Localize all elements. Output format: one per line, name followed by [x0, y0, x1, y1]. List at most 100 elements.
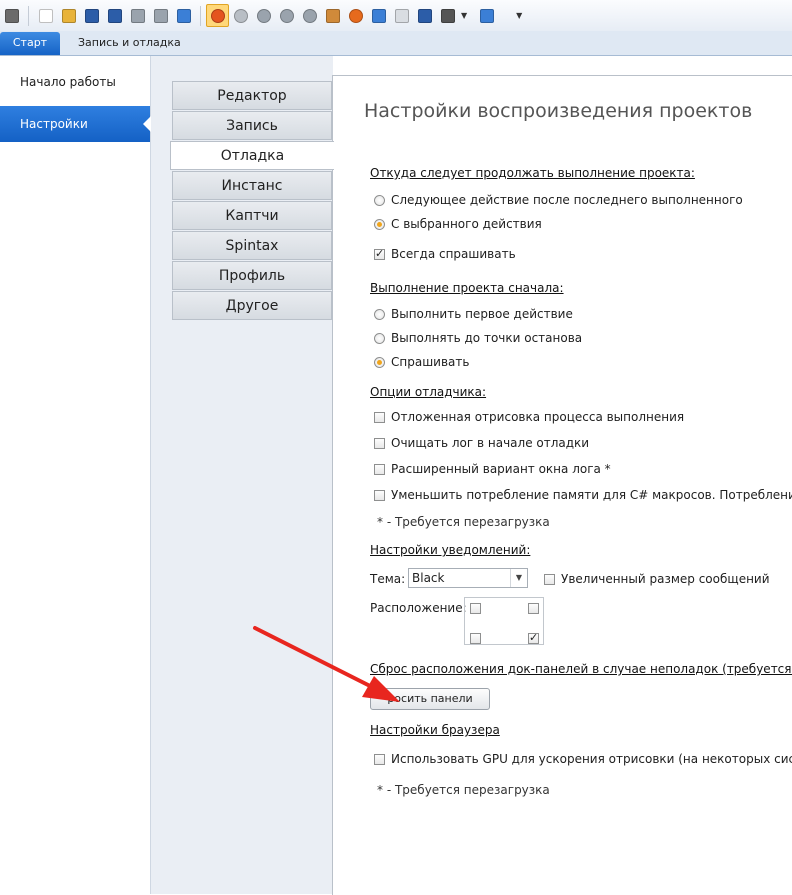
radio-next-action[interactable]: Следующее действие после последнего выпо… — [374, 193, 743, 207]
play-icon — [256, 8, 271, 23]
tab-editor[interactable]: Редактор — [172, 81, 332, 110]
play-button[interactable] — [252, 4, 275, 27]
people-button[interactable] — [0, 4, 23, 27]
new-file-button[interactable] — [34, 4, 57, 27]
settings-panel: Настройки воспроизведения проектов Откуд… — [332, 75, 792, 895]
notebook-icon — [176, 8, 191, 23]
chevron-down-icon[interactable]: ▼ — [510, 569, 527, 587]
nav-item-settings[interactable]: Настройки — [0, 106, 151, 142]
tab-instance[interactable]: Инстанс — [172, 171, 332, 200]
checkbox-extended-log[interactable]: Расширенный вариант окна лога * — [374, 462, 611, 476]
nav-item-getting-started[interactable]: Начало работы — [0, 64, 150, 100]
undo-button[interactable] — [126, 4, 149, 27]
chevron-down-icon[interactable]: ▼ — [461, 11, 467, 20]
section-browser-settings-header: Настройки браузера — [370, 723, 500, 737]
position-label: Расположение: — [370, 601, 467, 615]
check-circle-button[interactable] — [229, 4, 252, 27]
open-folder-icon — [61, 8, 76, 23]
radio-run-first-action[interactable]: Выполнить первое действие — [374, 307, 573, 321]
window-icon — [440, 8, 455, 23]
firefox-button[interactable] — [344, 4, 367, 27]
tab-spintax[interactable]: Spintax — [172, 231, 332, 260]
radio-button-selected[interactable] — [374, 218, 385, 230]
radio-button[interactable] — [374, 194, 385, 206]
checkbox[interactable] — [374, 463, 385, 475]
new-file-icon — [38, 8, 53, 23]
undo-icon — [130, 8, 145, 23]
position-bottom-left-checkbox[interactable] — [470, 633, 481, 644]
tab-start[interactable]: Старт — [0, 32, 60, 55]
checkbox-deferred-render[interactable]: Отложенная отрисовка процесса выполнения — [374, 410, 684, 424]
record-button[interactable] — [206, 4, 229, 27]
section-continue-from-header: Откуда следует продолжать выполнение про… — [370, 166, 695, 180]
tab-profile[interactable]: Профиль — [172, 261, 332, 290]
radio-selected-action[interactable]: С выбранного действия — [374, 217, 542, 231]
user-icon — [325, 8, 340, 23]
tab-record-debug[interactable]: Запись и отладка — [64, 32, 195, 55]
mail-icon — [394, 8, 409, 23]
theme-select[interactable]: Black ▼ — [408, 568, 528, 588]
restart-required-note: * - Требуется перезагрузка — [377, 515, 550, 529]
checkbox[interactable] — [374, 489, 385, 501]
expand-icon — [479, 8, 494, 23]
checkbox-always-ask[interactable]: Всегда спрашивать — [374, 247, 516, 261]
check-circle-icon — [233, 8, 248, 23]
ribbon-tabs: Старт Запись и отладка — [0, 31, 792, 56]
tab-captcha[interactable]: Каптчи — [172, 201, 332, 230]
position-top-right-checkbox[interactable] — [528, 603, 539, 614]
theme-select-value: Black — [412, 571, 445, 585]
window-button[interactable] — [436, 4, 459, 27]
section-notifications-header: Настройки уведомлений: — [370, 543, 531, 557]
tab-debug[interactable]: Отладка — [170, 141, 334, 170]
checkbox[interactable] — [374, 411, 385, 423]
checkbox[interactable] — [544, 573, 555, 585]
checkbox[interactable] — [374, 753, 385, 765]
checkbox[interactable] — [374, 437, 385, 449]
expand-button[interactable] — [475, 4, 498, 27]
save-all-icon — [107, 8, 122, 23]
redo-button[interactable] — [149, 4, 172, 27]
record-icon — [210, 8, 225, 23]
page-title: Настройки воспроизведения проектов — [364, 100, 753, 122]
radio-ask[interactable]: Спрашивать — [374, 355, 469, 369]
theme-label: Тема: — [370, 572, 406, 586]
people-icon — [4, 8, 19, 23]
flask-button[interactable] — [367, 4, 390, 27]
open-folder-button[interactable] — [57, 4, 80, 27]
checkbox-checked[interactable] — [374, 247, 385, 260]
radio-button-selected[interactable] — [374, 356, 385, 368]
section-reset-panels-header: Сброс расположения док-панелей в случае … — [370, 662, 792, 676]
chart-button[interactable] — [413, 4, 436, 27]
restart-required-note-2: * - Требуется перезагрузка — [377, 783, 550, 797]
checkbox-bigger-messages[interactable]: Увеличенный размер сообщений — [544, 572, 770, 586]
save-icon — [84, 8, 99, 23]
position-grid — [464, 597, 544, 645]
toolbar-overflow-icon[interactable]: ▼ — [516, 11, 522, 20]
checkbox-use-gpu[interactable]: Использовать GPU для ускорения отрисовки… — [374, 752, 792, 766]
firefox-icon — [348, 8, 363, 23]
radio-button[interactable] — [374, 308, 385, 320]
position-bottom-right-checkbox[interactable] — [528, 631, 539, 644]
step-icon — [279, 8, 294, 23]
checkbox-clear-log[interactable]: Очищать лог в начале отладки — [374, 436, 589, 450]
left-navigation: Начало работы Настройки — [0, 56, 151, 894]
toolbar-separator — [200, 5, 201, 26]
radio-run-to-breakpoint[interactable]: Выполнять до точки останова — [374, 331, 582, 345]
redo-icon — [153, 8, 168, 23]
checkbox-reduce-memory[interactable]: Уменьшить потребление памяти для C# макр… — [374, 488, 792, 502]
stop-button[interactable] — [298, 4, 321, 27]
save-all-button[interactable] — [103, 4, 126, 27]
step-button[interactable] — [275, 4, 298, 27]
notebook-button[interactable] — [172, 4, 195, 27]
mail-button[interactable] — [390, 4, 413, 27]
reset-panels-button[interactable]: росить панели — [370, 688, 490, 710]
tab-record[interactable]: Запись — [172, 111, 332, 140]
save-button[interactable] — [80, 4, 103, 27]
position-top-left-checkbox[interactable] — [470, 603, 481, 614]
radio-button[interactable] — [374, 332, 385, 344]
chart-icon — [417, 8, 432, 23]
section-debugger-options-header: Опции отладчика: — [370, 385, 487, 399]
flask-icon — [371, 8, 386, 23]
tab-other[interactable]: Другое — [172, 291, 332, 320]
user-button[interactable] — [321, 4, 344, 27]
